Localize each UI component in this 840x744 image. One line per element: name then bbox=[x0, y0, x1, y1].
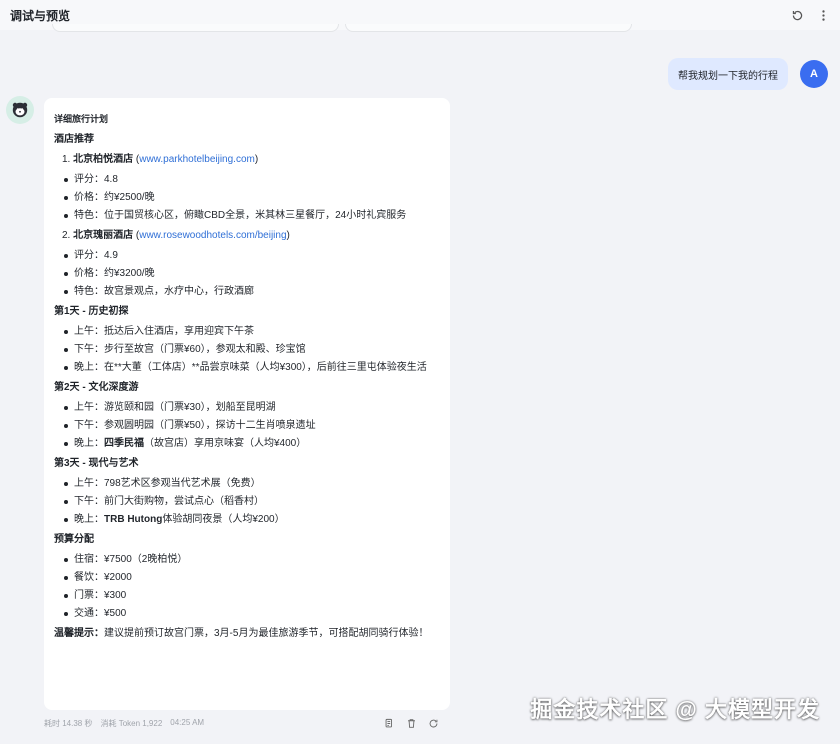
budget-items: 住宿：¥7500（2晚柏悦） 餐饮：¥2000 门票：¥300 交通：¥500 bbox=[54, 551, 440, 623]
tips-label: 温馨提示： bbox=[54, 628, 104, 639]
day-items: 上午：798艺术区参观当代艺术展（免费） 下午：前门大街购物，尝试点心（稻香村）… bbox=[54, 475, 440, 529]
list-item: 下午：参观圆明园（门票¥50），探访十二生肖喷泉遗址 bbox=[62, 417, 440, 435]
tips: 温馨提示：建议提前预订故宫门票，3月-5月为最佳旅游季节，可搭配胡同骑行体验！ bbox=[54, 625, 440, 643]
list-item: 上午：游览颐和园（门票¥30），划船至昆明湖 bbox=[62, 399, 440, 417]
hotel-name: 北京柏悦酒店 bbox=[73, 154, 134, 165]
refresh-icon[interactable] bbox=[790, 8, 804, 22]
list-item: 下午：步行至故宫（门票¥60），参观太和殿、珍宝馆 bbox=[62, 341, 440, 359]
watermark: 掘金技术社区 @ 大模型开发 bbox=[530, 697, 820, 722]
list-item: 交通：¥500 bbox=[62, 605, 440, 623]
user-message-row: 帮我规划一下我的行程 A bbox=[668, 58, 828, 90]
list-item: 上午：798艺术区参观当代艺术展（免费） bbox=[62, 475, 440, 493]
hotel-item: 2. 北京瑰丽酒店 (www.rosewoodhotels.com/beijin… bbox=[62, 230, 290, 241]
day-title: 第3天 - 现代与艺术 bbox=[54, 458, 139, 469]
list-item: 晚上：在**大董（工体店）**品尝京味菜（人均¥300），后前往三里屯体验夜生活 bbox=[62, 359, 440, 377]
elapsed-time: 耗时 14.38 秒 bbox=[44, 718, 93, 728]
day-items: 上午：游览颐和园（门票¥30），划船至昆明湖 下午：参观圆明园（门票¥50），探… bbox=[54, 399, 440, 453]
hotel-link[interactable]: www.parkhotelbeijing.com bbox=[139, 154, 255, 165]
message-meta: 耗时 14.38 秒 消耗 Token 1,922 04:25 AM bbox=[44, 716, 450, 730]
list-item: 价格：约¥3200/晚 bbox=[62, 265, 440, 283]
bot-avatar-icon bbox=[6, 96, 34, 124]
copy-icon[interactable] bbox=[382, 716, 396, 730]
hotel-name: 北京瑰丽酒店 bbox=[73, 230, 134, 241]
user-message-bubble: 帮我规划一下我的行程 bbox=[668, 58, 788, 90]
token-count: 消耗 Token 1,922 bbox=[100, 718, 163, 728]
list-item: 门票：¥300 bbox=[62, 587, 440, 605]
hotel-item: 1. 北京柏悦酒店 (www.parkhotelbeijing.com) bbox=[62, 154, 259, 165]
hotel-link[interactable]: www.rosewoodhotels.com/beijing bbox=[139, 230, 286, 241]
list-item: 晚上：四季民福（故宫店）享用京味宴（人均¥400） bbox=[62, 435, 440, 453]
list-item: 餐饮：¥2000 bbox=[62, 569, 440, 587]
previous-card bbox=[345, 24, 632, 32]
regenerate-icon[interactable] bbox=[426, 716, 440, 730]
more-icon[interactable] bbox=[816, 8, 830, 22]
hotel-index: 2. bbox=[62, 230, 71, 241]
day-title: 第1天 - 历史初探 bbox=[54, 306, 129, 317]
header-tools bbox=[790, 8, 830, 22]
list-item: 评分：4.8 bbox=[62, 171, 440, 189]
trash-icon[interactable] bbox=[404, 716, 418, 730]
hotel-details: 评分：4.8 价格：约¥2500/晚 特色：位于国贸核心区，俯瞰CBD全景，米其… bbox=[54, 171, 440, 225]
previous-card bbox=[52, 24, 339, 32]
hotel-details: 评分：4.9 价格：约¥3200/晚 特色：故宫景观点，水疗中心，行政酒廊 bbox=[54, 247, 440, 301]
list-item: 下午：前门大街购物，尝试点心（稻香村） bbox=[62, 493, 440, 511]
previous-cards bbox=[52, 24, 632, 32]
page-title: 调试与预览 bbox=[10, 8, 71, 23]
reply-heading: 详细旅行计划 bbox=[54, 114, 109, 124]
user-avatar[interactable]: A bbox=[800, 60, 828, 88]
day-title: 第2天 - 文化深度游 bbox=[54, 382, 139, 393]
list-item: 特色：位于国贸核心区，俯瞰CBD全景，米其林三星餐厅，24小时礼宾服务 bbox=[62, 207, 440, 225]
list-item: 住宿：¥7500（2晚柏悦） bbox=[62, 551, 440, 569]
list-item: 上午：抵达后入住酒店，享用迎宾下午茶 bbox=[62, 323, 440, 341]
list-item: 特色：故宫景观点，水疗中心，行政酒廊 bbox=[62, 283, 440, 301]
day-items: 上午：抵达后入住酒店，享用迎宾下午茶 下午：步行至故宫（门票¥60），参观太和殿… bbox=[54, 323, 440, 377]
tips-text: 建议提前预订故宫门票，3月-5月为最佳旅游季节，可搭配胡同骑行体验！ bbox=[104, 628, 429, 639]
budget-title: 预算分配 bbox=[54, 534, 94, 545]
list-item: 价格：约¥2500/晚 bbox=[62, 189, 440, 207]
list-item: 评分：4.9 bbox=[62, 247, 440, 265]
hotel-index: 1. bbox=[62, 154, 71, 165]
message-time: 04:25 AM bbox=[170, 717, 205, 727]
list-item: 晚上：TRB Hutong体验胡同夜景（人均¥200） bbox=[62, 511, 440, 529]
hotels-title: 酒店推荐 bbox=[54, 134, 94, 145]
assistant-reply: 详细旅行计划 酒店推荐 1. 北京柏悦酒店 (www.parkhotelbeij… bbox=[44, 98, 450, 710]
